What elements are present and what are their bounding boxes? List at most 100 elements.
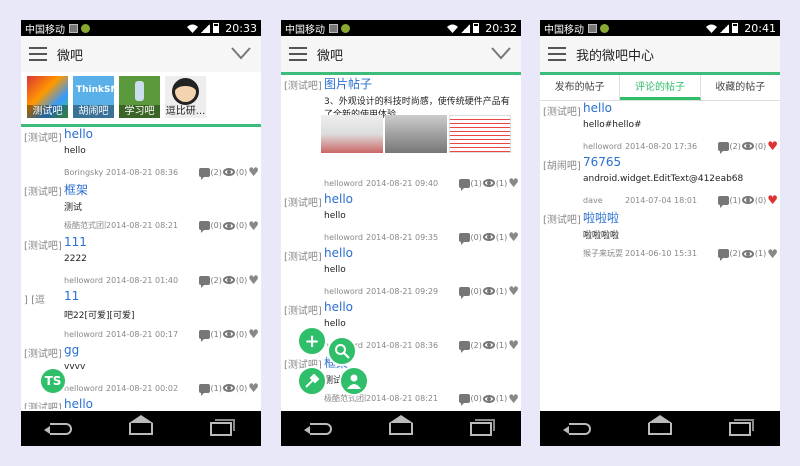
post-image[interactable] xyxy=(449,115,511,153)
post-title[interactable]: 框架 xyxy=(64,181,88,198)
recent-apps-icon[interactable] xyxy=(729,418,755,436)
post-title[interactable]: hello xyxy=(324,300,353,314)
post-images[interactable] xyxy=(321,115,511,153)
back-icon[interactable] xyxy=(562,422,591,435)
home-icon[interactable] xyxy=(388,414,413,435)
post-meta: 猴子来玩耍 2014-06-10 15:31 (2) (1) ♥ xyxy=(583,248,778,261)
post-category: [测试吧] xyxy=(24,241,62,252)
list-item[interactable]: [测试吧] hello hello helloword 2014-08-21 0… xyxy=(281,246,521,300)
post-title[interactable]: 76765 xyxy=(583,155,621,169)
eye-icon xyxy=(482,341,495,349)
post-title[interactable]: hello xyxy=(64,127,93,141)
comment-count: (2) xyxy=(470,340,482,350)
list-item[interactable]: [测试吧] hello hello helloword 2014-08-21 0… xyxy=(281,192,521,246)
post-meta: helloword 2014-08-21 09:40 (1) (1) ♥ xyxy=(324,177,519,191)
chevron-down-icon[interactable] xyxy=(491,46,511,60)
tools-icon[interactable] xyxy=(297,366,327,396)
back-icon[interactable] xyxy=(43,422,72,435)
menu-icon[interactable] xyxy=(548,47,566,61)
heart-icon[interactable]: ♥ xyxy=(767,140,778,152)
list-item[interactable]: [测试吧] 框架 测试 极酷范式团队 2014-08-21 08:21 (0) … xyxy=(21,181,261,235)
post-list[interactable]: [测试吧] 图片帖子 3、外观设计的科技时尚感，使传统硬件产品有了全新的使用体验… xyxy=(281,72,521,411)
post-title[interactable]: hello xyxy=(64,397,93,409)
home-icon[interactable] xyxy=(128,414,153,435)
post-title[interactable]: 图片帖子 xyxy=(324,75,372,92)
category-tile-funny[interactable]: 逗比研... xyxy=(165,76,206,118)
user-icon[interactable] xyxy=(339,366,369,396)
phone-screen-weiba-feed: 中国移动 20:32 微吧 [测试吧] 图片帖子 3、外观设计的科技时尚感，使传… xyxy=(281,20,521,446)
post-title[interactable]: 11 xyxy=(64,289,79,303)
heart-icon[interactable]: ♥ xyxy=(508,285,519,297)
list-item[interactable]: [测试吧] 111 2222 helloword 2014-08-21 01:4… xyxy=(21,235,261,289)
post-title[interactable]: hello xyxy=(324,246,353,260)
comment-icon[interactable] xyxy=(458,340,470,353)
heart-icon[interactable]: ♥ xyxy=(508,177,519,189)
comment-count: (2) xyxy=(210,275,222,285)
heart-icon[interactable]: ♥ xyxy=(248,328,259,340)
recent-apps-icon[interactable] xyxy=(470,418,496,436)
heart-icon[interactable]: ♥ xyxy=(248,220,259,232)
post-stats: (1) (0) ♥ xyxy=(717,194,778,208)
post-author: Boringsky xyxy=(64,167,104,177)
post-stats: (0) (0) ♥ xyxy=(198,220,259,233)
heart-icon[interactable]: ♥ xyxy=(248,382,259,394)
heart-icon[interactable]: ♥ xyxy=(767,194,778,206)
category-tile-fun[interactable]: ThinkSNS 胡闹吧 xyxy=(73,76,114,118)
list-item[interactable]: [测试吧] hello hello Boringsky 2014-08-21 0… xyxy=(21,127,261,181)
comment-count: (0) xyxy=(470,394,482,403)
post-title[interactable]: hello xyxy=(583,101,612,115)
heart-icon[interactable]: ♥ xyxy=(248,274,259,286)
search-icon[interactable] xyxy=(327,336,357,366)
heart-icon[interactable]: ♥ xyxy=(248,166,259,178)
comment-icon[interactable] xyxy=(458,232,470,245)
add-post-icon[interactable]: + xyxy=(297,326,327,356)
comment-icon[interactable] xyxy=(458,394,470,406)
back-icon[interactable] xyxy=(303,422,332,435)
heart-icon[interactable]: ♥ xyxy=(508,339,519,351)
heart-icon[interactable]: ♥ xyxy=(508,393,519,405)
post-image[interactable] xyxy=(385,115,447,153)
category-tile-test[interactable]: 测试吧 xyxy=(27,76,68,118)
list-item[interactable]: [测试吧] 图片帖子 3、外观设计的科技时尚感，使传统硬件产品有了全新的使用体验… xyxy=(281,75,521,192)
post-author: helloword xyxy=(64,329,103,339)
post-title[interactable]: 啦啦啦 xyxy=(583,209,619,226)
post-title[interactable]: 111 xyxy=(64,235,87,249)
post-title[interactable]: hello xyxy=(324,192,353,206)
comment-icon[interactable] xyxy=(717,141,729,154)
post-list[interactable]: [测试吧] hello hello#hello# helloword 2014-… xyxy=(540,101,780,381)
home-icon[interactable] xyxy=(647,414,672,435)
ts-floating-button[interactable]: TS xyxy=(39,367,67,395)
category-label: 逗比研... xyxy=(165,106,206,117)
tab-commented-posts[interactable]: 评论的帖子 xyxy=(620,75,701,100)
comment-icon[interactable] xyxy=(717,249,729,261)
menu-icon[interactable] xyxy=(29,47,47,61)
heart-icon[interactable]: ♥ xyxy=(508,231,519,243)
action-bar: 我的微吧中心 xyxy=(540,36,780,72)
list-item[interactable]: [胡闹吧] 76765 android.widget.EditText@412e… xyxy=(540,155,780,209)
menu-icon[interactable] xyxy=(289,47,307,61)
comment-icon[interactable] xyxy=(198,167,210,180)
post-stats: (0) (1) ♥ xyxy=(458,393,519,406)
heart-icon[interactable]: ♥ xyxy=(767,248,778,260)
comment-icon[interactable] xyxy=(198,329,210,342)
post-image[interactable] xyxy=(321,115,383,153)
tab-favorited-posts[interactable]: 收藏的帖子 xyxy=(701,75,780,100)
post-title[interactable]: gg xyxy=(64,343,79,357)
comment-icon[interactable] xyxy=(198,275,210,288)
list-item[interactable]: [测试吧] hello xyxy=(21,397,261,409)
comment-icon[interactable] xyxy=(717,195,729,208)
chevron-down-icon[interactable] xyxy=(231,46,251,60)
battery-icon xyxy=(213,23,220,33)
comment-icon[interactable] xyxy=(458,286,470,299)
list-item[interactable]: [测试吧] hello hello#hello# helloword 2014-… xyxy=(540,101,780,155)
comment-icon[interactable] xyxy=(198,221,210,233)
list-item[interactable]: ] [逗 11 吧22[可爱][可爱] helloword 2014-08-21… xyxy=(21,289,261,343)
app-notification-icon xyxy=(341,23,350,33)
post-list[interactable]: [测试吧] hello hello Boringsky 2014-08-21 0… xyxy=(21,127,261,409)
category-tile-study[interactable]: 学习吧 xyxy=(119,76,160,118)
list-item[interactable]: [测试吧] 啦啦啦 啦啦啦啦 猴子来玩耍 2014-06-10 15:31 (2… xyxy=(540,209,780,263)
comment-icon[interactable] xyxy=(198,383,210,396)
recent-apps-icon[interactable] xyxy=(210,418,236,436)
tab-published-posts[interactable]: 发布的帖子 xyxy=(540,75,621,100)
comment-icon[interactable] xyxy=(458,178,470,191)
